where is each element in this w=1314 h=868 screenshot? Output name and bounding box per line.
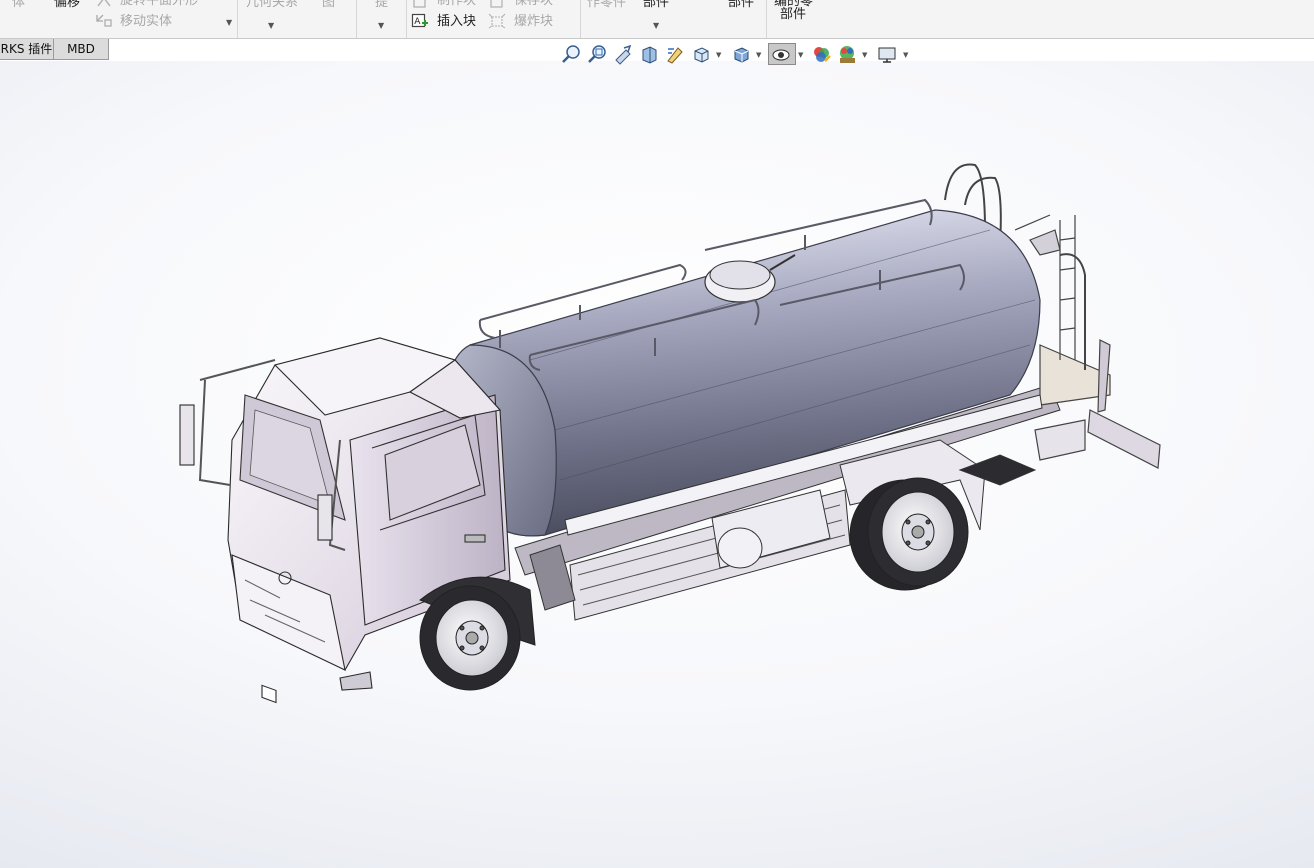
make-part-button[interactable]: 作零件: [587, 0, 626, 11]
hide-show-items-icon: [772, 49, 790, 61]
rear-wheel: [849, 477, 969, 591]
rotate-sketch-icon: [95, 0, 113, 10]
section-view-icon: [642, 46, 657, 64]
dynamic-annotation-icon: [667, 47, 683, 64]
display-style-icon: [734, 47, 749, 63]
view-orientation-button[interactable]: [690, 43, 712, 65]
graphics-viewport[interactable]: [0, 61, 1314, 868]
apply-scene-dropdown[interactable]: ▼: [862, 51, 867, 59]
zoom-to-fit-icon: [562, 45, 580, 63]
edit-appearance-button[interactable]: [810, 43, 832, 65]
apply-scene-button[interactable]: [836, 43, 858, 65]
insert-block-icon: A: [411, 13, 429, 29]
part-button-a[interactable]: 部件: [643, 0, 669, 11]
tab-mbd[interactable]: MBD: [53, 39, 109, 60]
geometry-relations-dropdown[interactable]: ▼: [268, 22, 274, 30]
previous-view-button[interactable]: [612, 43, 634, 65]
save-block-button[interactable]: 保存块: [514, 0, 553, 9]
view-orientation-icon: [694, 47, 709, 63]
geometry-relations-button[interactable]: 几何关系: [246, 0, 298, 11]
heads-up-view-toolbar: ▼ ▼ ▼ ▼ ▼: [560, 43, 920, 67]
offset-button[interactable]: 偏移: [54, 0, 80, 11]
previous-view-icon: [615, 44, 632, 65]
view-settings-dropdown[interactable]: ▼: [903, 51, 908, 59]
explode-block-icon: [488, 13, 506, 29]
zero-part-button[interactable]: 部件: [780, 7, 806, 23]
rotate-sketch-button[interactable]: 旋转平面外形: [120, 0, 198, 9]
make-block-icon: [411, 0, 429, 9]
edit-appearance-icon: [814, 47, 831, 62]
ribbon-separator: [580, 0, 581, 38]
front-wheel: [419, 576, 536, 691]
move-body-icon: [95, 13, 113, 29]
hide-show-items-button[interactable]: [768, 43, 796, 65]
zoom-to-area-button[interactable]: [586, 43, 608, 65]
ribbon-separator: [766, 0, 767, 38]
hint-dropdown[interactable]: ▼: [378, 22, 384, 30]
apply-scene-icon: [840, 46, 855, 63]
svg-text:A: A: [414, 17, 421, 27]
zoom-to-fit-button[interactable]: [560, 43, 582, 65]
explode-block-button[interactable]: 爆炸块: [514, 14, 553, 30]
move-body-dropdown[interactable]: ▼: [226, 19, 232, 27]
tab-solidworks-addins[interactable]: RKS 插件: [0, 39, 54, 60]
view-settings-icon: [878, 47, 896, 63]
save-block-icon: [488, 0, 506, 9]
water-tanker-truck-model[interactable]: [0, 61, 1314, 868]
hide-show-items-dropdown[interactable]: ▼: [798, 51, 803, 59]
ribbon-separator: [237, 0, 238, 38]
part-button-b[interactable]: 部件: [728, 0, 754, 11]
ribbon-separator: [406, 0, 407, 38]
section-view-button[interactable]: [638, 43, 660, 65]
insert-block-button[interactable]: 插入块: [437, 14, 476, 30]
command-ribbon: 体 偏移 旋转平面外形 移动实体 ▼ 几何关系 ▼ 图 提 ▼ 制作块 A 插入…: [0, 0, 1314, 39]
diagram-button[interactable]: 图: [322, 0, 335, 11]
view-orientation-dropdown[interactable]: ▼: [716, 51, 721, 59]
display-style-button[interactable]: [730, 43, 752, 65]
part-dropdown[interactable]: ▼: [653, 22, 659, 30]
make-block-button[interactable]: 制作块: [437, 0, 476, 9]
ribbon-body-label[interactable]: 体: [12, 0, 25, 11]
water-tank: [443, 198, 1043, 537]
ribbon-separator: [356, 0, 357, 38]
dynamic-annotation-button[interactable]: [664, 43, 686, 65]
zoom-to-area-icon: [588, 45, 606, 63]
move-body-button[interactable]: 移动实体: [120, 14, 172, 30]
display-style-dropdown[interactable]: ▼: [756, 51, 761, 59]
view-settings-button[interactable]: [876, 43, 898, 65]
hint-button[interactable]: 提: [375, 0, 388, 11]
